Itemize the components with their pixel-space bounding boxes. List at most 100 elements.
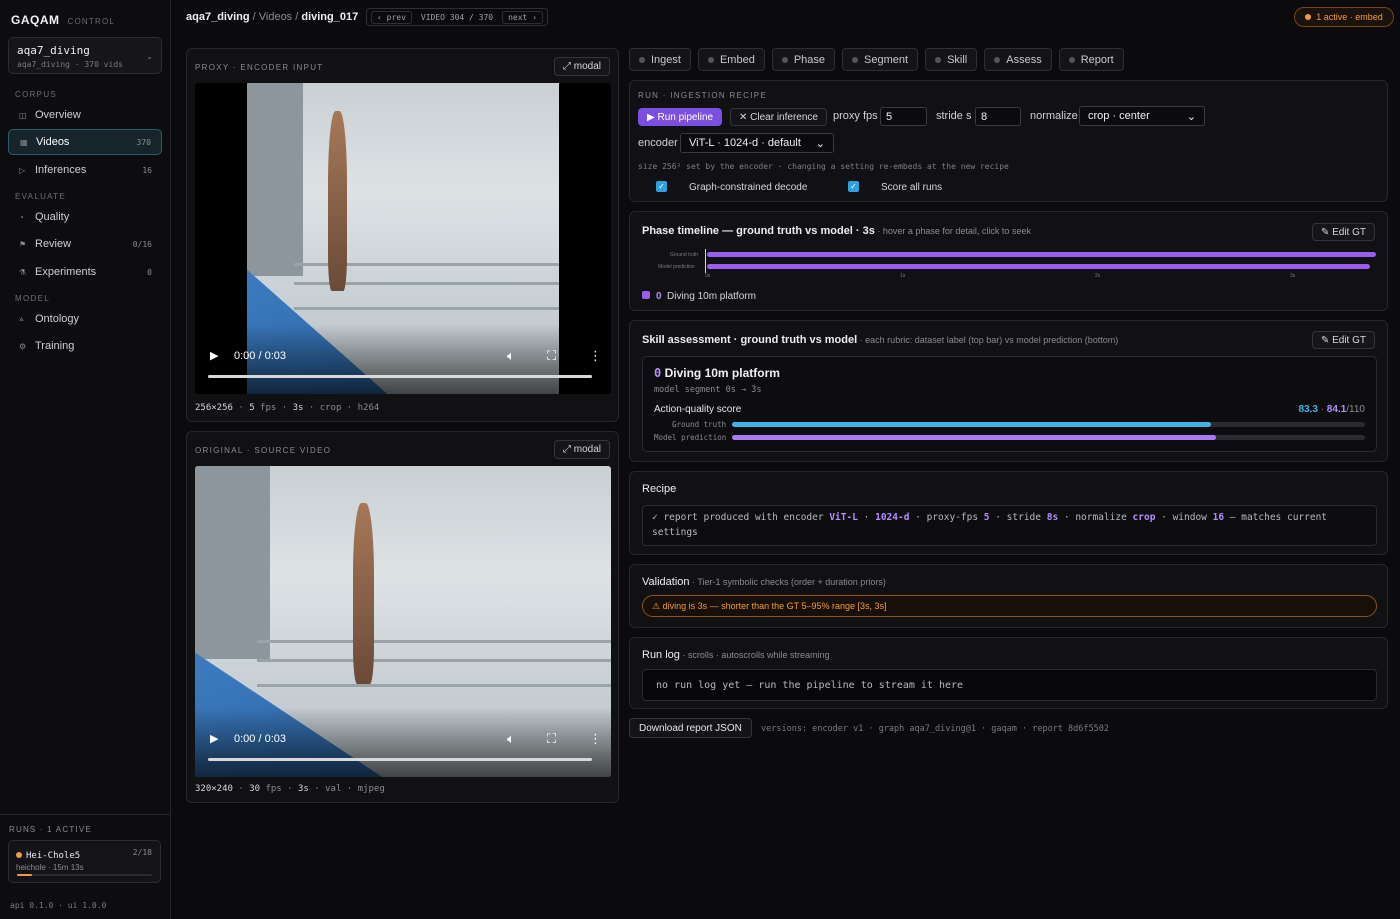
sidebar-item-videos[interactable]: ▦ Videos 370 xyxy=(8,129,162,155)
recipe-normalize: crop xyxy=(1132,512,1156,523)
sidebar-item-experiments[interactable]: ⚗ Experiments 0 xyxy=(8,259,162,285)
runlog-title-text: Run log xyxy=(642,649,680,661)
score-all-checkbox[interactable]: ✓ xyxy=(848,181,859,192)
status-dot-icon xyxy=(639,56,645,63)
source-video-player[interactable]: ▶ 0:00 / 0:03 🔈︎ ⛶ ⋮ xyxy=(195,466,611,777)
prev-video-button[interactable]: ‹ prev xyxy=(371,10,412,24)
gt-score: 83.3 xyxy=(1298,404,1318,415)
sidebar-item-label: Quality xyxy=(35,211,70,223)
phase-edit-gt-button[interactable]: ✎ Edit GT xyxy=(1311,223,1375,241)
run-progress-fill xyxy=(17,874,32,876)
tab-embed[interactable]: Embed xyxy=(697,48,765,71)
run-log-output[interactable]: no run log yet — run the pipeline to str… xyxy=(642,669,1377,701)
video-time: 0:00 / 0:03 xyxy=(234,733,286,745)
active-runs-badge[interactable]: 1 active · embed xyxy=(1294,7,1394,27)
fullscreen-icon[interactable]: ⛶ xyxy=(547,731,556,747)
recipe-title: Recipe xyxy=(642,483,677,495)
encoder-hint: size 256² set by the encoder · changing … xyxy=(638,162,1009,171)
normalize-select[interactable]: crop · center ⌄ xyxy=(1079,106,1205,126)
sidebar-item-ontology[interactable]: ⟑ Ontology xyxy=(8,306,162,332)
recipe-text: · xyxy=(857,512,876,523)
graph-decode-checkbox[interactable]: ✓ xyxy=(656,181,667,192)
run-card[interactable]: Hei-Chole5 2/18 heichole · 15m 13s xyxy=(8,840,161,883)
dataset-selector[interactable]: aqa7_diving aqa7_diving · 370 vids ⌄ xyxy=(8,37,162,74)
tab-report[interactable]: Report xyxy=(1058,48,1124,71)
legend-label: Diving 10m platform xyxy=(667,291,756,302)
recipe-dim: 1024-d xyxy=(875,512,910,523)
play-icon[interactable]: ▶ xyxy=(210,732,218,745)
validation-panel: Validation · Tier-1 symbolic checks (ord… xyxy=(629,564,1388,628)
tab-phase[interactable]: Phase xyxy=(771,48,836,71)
sidebar-item-training[interactable]: ⚙ Training xyxy=(8,333,162,359)
more-options-icon[interactable]: ⋮ xyxy=(589,348,602,364)
skill-card-name: Diving 10m platform xyxy=(664,366,780,380)
tab-assess[interactable]: Assess xyxy=(984,48,1052,71)
gt-bar-label: Ground truth xyxy=(672,420,727,429)
sidebar-item-overview[interactable]: ◫ Overview xyxy=(8,102,162,128)
proxy-fps-input[interactable] xyxy=(880,107,927,126)
video-position: VIDEO 304 / 370 xyxy=(420,12,494,22)
phase-subtitle: · hover a phase for detail, click to see… xyxy=(874,226,1031,236)
runlog-subtitle: · scrolls · autoscrolls while streaming xyxy=(679,650,830,660)
play-icon[interactable]: ▶ xyxy=(210,349,218,362)
tab-segment[interactable]: Segment xyxy=(842,48,919,71)
source-modal-button[interactable]: ⤢ modal xyxy=(553,440,610,459)
stride-input[interactable] xyxy=(975,107,1021,126)
video-scrubber[interactable] xyxy=(208,375,592,378)
breadcrumb-dataset[interactable]: aqa7_diving xyxy=(186,11,250,23)
volume-icon[interactable]: 🔈︎ xyxy=(507,731,515,747)
tab-skill[interactable]: Skill xyxy=(925,48,978,71)
meta-split: val xyxy=(325,784,342,794)
sidebar-item-label: Experiments xyxy=(35,266,97,278)
next-video-button[interactable]: next › xyxy=(502,10,543,24)
fullscreen-icon[interactable]: ⛶ xyxy=(547,348,556,364)
gt-phase-bar[interactable] xyxy=(707,252,1376,257)
sidebar-item-count: 16 xyxy=(142,165,152,175)
legend-id: 0 xyxy=(656,291,662,302)
recipe-text: · window xyxy=(1155,512,1213,523)
breadcrumb-sep: / xyxy=(249,11,259,23)
proxy-modal-button[interactable]: ⤢ modal xyxy=(553,57,610,76)
volume-icon[interactable]: 🔈︎ xyxy=(507,348,515,364)
playhead[interactable] xyxy=(705,249,706,273)
sidebar-item-count: 0/16 xyxy=(132,239,152,249)
clear-inference-button[interactable]: ✕ Clear inference xyxy=(730,108,827,126)
nav-section-model: MODEL xyxy=(15,294,50,303)
breadcrumb-sep: / xyxy=(292,11,302,23)
encoder-select[interactable]: ViT-L · 1024-d · default ⌄ xyxy=(680,133,834,153)
model-phase-bar[interactable] xyxy=(707,264,1370,269)
score-all-label: Score all runs xyxy=(881,182,943,193)
meta-duration: 3s xyxy=(292,403,304,413)
sidebar-item-review[interactable]: ⚑ Review 0/16 xyxy=(8,231,162,257)
runs-divider xyxy=(0,814,171,815)
sidebar-item-quality[interactable]: ◔ Quality xyxy=(8,204,162,230)
legend-swatch xyxy=(642,291,650,299)
skill-edit-gt-button[interactable]: ✎ Edit GT xyxy=(1311,331,1375,349)
proxy-video-player[interactable]: ▶ 0:00 / 0:03 🔈︎ ⛶ ⋮ xyxy=(195,83,611,394)
gt-row-label: Ground truth xyxy=(670,252,699,258)
breadcrumb-section[interactable]: Videos xyxy=(259,11,292,23)
download-report-button[interactable]: Download report JSON xyxy=(629,718,752,738)
breadcrumb: aqa7_diving / Videos / diving_017 xyxy=(186,11,358,23)
status-dot-icon xyxy=(707,56,714,63)
phase-timeline-panel: Phase timeline — ground truth vs model ·… xyxy=(629,211,1388,311)
validation-subtitle: · Tier-1 symbolic checks (order + durati… xyxy=(689,577,886,587)
status-dot-icon xyxy=(852,56,859,63)
sidebar-item-inferences[interactable]: ▷ Inferences 16 xyxy=(8,157,162,183)
recipe-encoder: ViT-L xyxy=(829,512,858,523)
stride-label: stride s xyxy=(936,110,972,122)
meta-mode: crop xyxy=(319,403,342,413)
model-score-fill xyxy=(732,435,1216,440)
source-video-meta: 320×240 · 30 fps · 3s · val · mjpeg xyxy=(195,784,385,794)
run-pipeline-button[interactable]: ▶ Run pipeline xyxy=(638,108,723,126)
status-dot-icon xyxy=(935,56,942,63)
videos-icon: ▦ xyxy=(20,137,28,147)
more-options-icon[interactable]: ⋮ xyxy=(589,731,602,747)
brand-name: GAQAM xyxy=(11,13,60,27)
meta-res: 320×240 xyxy=(195,784,233,794)
model-score-bar xyxy=(732,435,1365,440)
play-icon: ▷ xyxy=(19,165,26,175)
tab-ingest[interactable]: Ingest xyxy=(629,48,691,71)
video-scrubber[interactable] xyxy=(208,758,592,761)
status-dot-icon xyxy=(1068,56,1075,63)
